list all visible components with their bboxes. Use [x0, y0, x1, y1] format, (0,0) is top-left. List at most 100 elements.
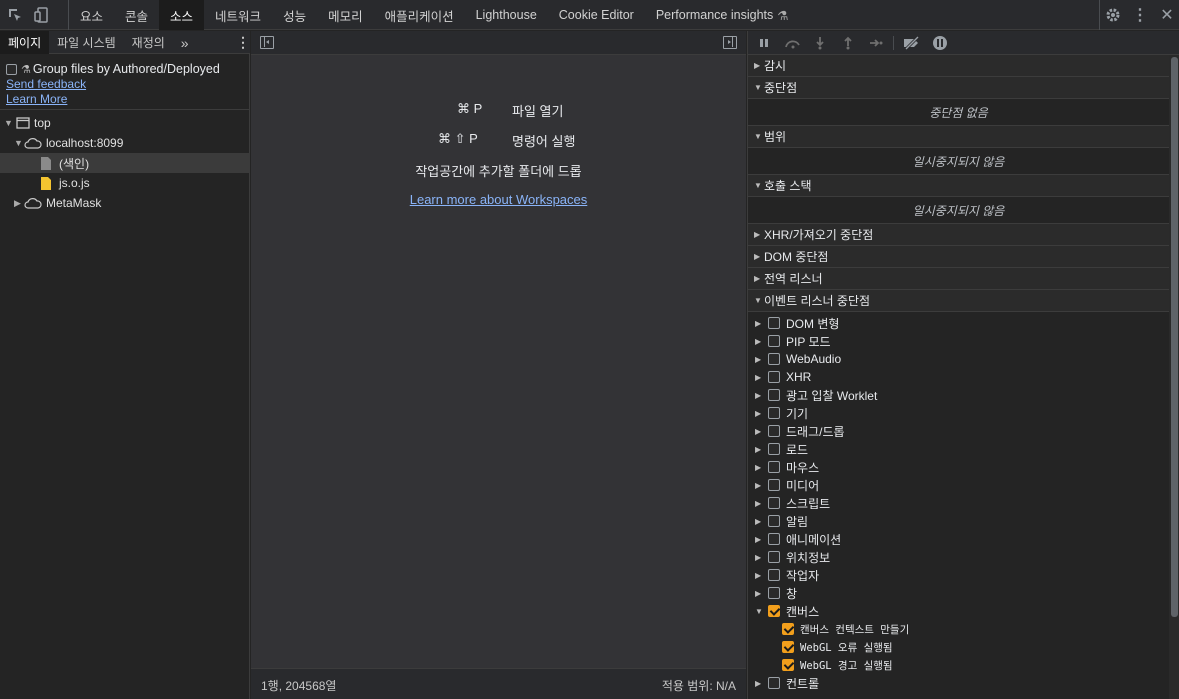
device-toolbar-icon[interactable] [28, 0, 54, 30]
tab-performance-insights[interactable]: Performance insights ⚗ [645, 0, 800, 30]
event-category-checkbox[interactable] [768, 317, 780, 329]
event-category-row[interactable]: ▶ 기기 [748, 404, 1169, 422]
deactivate-breakpoints-icon[interactable] [902, 35, 922, 51]
collapse-arrow-icon: ▶ [755, 390, 762, 400]
tree-item-index[interactable]: (색인) [0, 153, 250, 173]
event-category-checkbox[interactable] [768, 425, 780, 437]
watch-section-header[interactable]: ▶ 감시 [748, 55, 1169, 77]
event-category-row[interactable]: ▶ 컨트롤 [748, 674, 1169, 692]
event-listener-breakpoints-section-header[interactable]: ▼ 이벤트 리스너 중단점 [748, 290, 1169, 312]
canvas-subitem-checkbox[interactable] [782, 659, 794, 671]
event-category-checkbox[interactable] [768, 587, 780, 599]
toggle-debugger-icon[interactable] [723, 36, 737, 49]
tab-overrides[interactable]: 재정의 [124, 31, 173, 54]
tab-page[interactable]: 페이지 [0, 31, 50, 54]
event-category-checkbox[interactable] [768, 551, 780, 563]
call-stack-section-header[interactable]: ▼ 호출 스택 [748, 175, 1169, 197]
close-icon[interactable]: ✕ [1154, 0, 1179, 30]
learn-more-link[interactable]: Learn More [6, 92, 67, 106]
canvas-subitem-row[interactable]: WebGL 경고 실행됨 [748, 656, 1169, 674]
tab-console[interactable]: 콘솔 [114, 0, 159, 30]
tree-item-localhost[interactable]: ▼ localhost:8099 [0, 133, 250, 153]
event-category-row[interactable]: ▶ DOM 변형 [748, 314, 1169, 332]
event-category-checkbox[interactable] [768, 677, 780, 689]
event-category-checkbox[interactable] [768, 335, 780, 347]
canvas-subitem-checkbox[interactable] [782, 641, 794, 653]
event-category-checkbox[interactable] [768, 353, 780, 365]
event-category-row[interactable]: ▶ 알림 [748, 512, 1169, 530]
event-category-row[interactable]: ▶ 작업자 [748, 566, 1169, 584]
canvas-subitem-checkbox[interactable] [782, 623, 794, 635]
event-category-row[interactable]: ▶ 마우스 [748, 458, 1169, 476]
tab-memory[interactable]: 메모리 [317, 0, 374, 30]
tab-elements[interactable]: 요소 [69, 0, 114, 30]
tab-filesystem[interactable]: 파일 시스템 [49, 31, 124, 54]
event-category-checkbox[interactable] [768, 407, 780, 419]
event-category-row[interactable]: ▶ 창 [748, 584, 1169, 602]
frame-icon [16, 117, 30, 129]
tab-network[interactable]: 네트워크 [204, 0, 272, 30]
expand-arrow-icon: ▼ [754, 181, 762, 190]
tab-performance[interactable]: 성능 [272, 0, 317, 30]
send-feedback-link[interactable]: Send feedback [6, 77, 86, 91]
more-options-icon[interactable]: ⋮ [1127, 0, 1153, 30]
step-into-icon[interactable] [812, 35, 828, 51]
canvas-checkbox[interactable] [768, 605, 780, 617]
event-category-row[interactable]: ▶ 위치정보 [748, 548, 1169, 566]
canvas-category-row[interactable]: ▼ 캔버스 [748, 602, 1169, 620]
canvas-subitem-label: WebGL 경고 실행됨 [800, 659, 893, 672]
event-category-checkbox[interactable] [768, 497, 780, 509]
tree-item-js-file[interactable]: js.o.js [0, 173, 250, 193]
event-category-row[interactable]: ▶ 광고 입찰 Worklet [748, 386, 1169, 404]
tab-sources[interactable]: 소스 [159, 0, 205, 30]
event-category-row[interactable]: ▶ PIP 모드 [748, 332, 1169, 350]
event-category-checkbox[interactable] [768, 479, 780, 491]
no-breakpoints-message: 중단점 없음 [748, 99, 1169, 126]
dom-breakpoints-section-header[interactable]: ▶ DOM 중단점 [748, 246, 1169, 268]
tab-cookie-editor[interactable]: Cookie Editor [548, 0, 645, 30]
canvas-subitem-row[interactable]: 캔버스 컨텍스트 만들기 [748, 620, 1169, 638]
event-category-row[interactable]: ▶ 애니메이션 [748, 530, 1169, 548]
scrollbar-thumb[interactable] [1171, 57, 1178, 617]
tab-application[interactable]: 애플리케이션 [374, 0, 465, 30]
event-category-row[interactable]: ▶ WebAudio [748, 350, 1169, 368]
event-category-checkbox[interactable] [768, 371, 780, 383]
event-category-checkbox[interactable] [768, 515, 780, 527]
tree-item-top[interactable]: ▼ top [0, 113, 250, 133]
global-listeners-section-header[interactable]: ▶ 전역 리스너 [748, 268, 1169, 290]
step-over-icon[interactable] [784, 35, 800, 51]
event-category-row[interactable]: ▶ 로드 [748, 440, 1169, 458]
canvas-subitem-row[interactable]: WebGL 오류 실행됨 [748, 638, 1169, 656]
event-category-row[interactable]: ▶ XHR [748, 368, 1169, 386]
xhr-breakpoints-section-header[interactable]: ▶ XHR/가져오기 중단점 [748, 224, 1169, 246]
scope-section-header[interactable]: ▼ 범위 [748, 126, 1169, 148]
event-category-checkbox[interactable] [768, 443, 780, 455]
event-category-checkbox[interactable] [768, 533, 780, 545]
event-category-row[interactable]: ▶ 미디어 [748, 476, 1169, 494]
collapse-arrow-icon: ▶ [755, 498, 762, 508]
tab-lighthouse[interactable]: Lighthouse [465, 0, 548, 30]
group-files-section: ⚗ Group files by Authored/Deployed Send … [0, 55, 250, 110]
group-files-checkbox[interactable] [6, 63, 17, 75]
settings-gear-icon[interactable] [1099, 0, 1125, 30]
pause-on-exceptions-icon[interactable] [932, 35, 948, 51]
step-out-icon[interactable] [840, 35, 856, 51]
event-category-label: 마우스 [786, 460, 820, 475]
event-category-row[interactable]: ▶ 스크립트 [748, 494, 1169, 512]
event-category-checkbox[interactable] [768, 569, 780, 581]
event-category-label: 스크립트 [786, 496, 831, 511]
learn-workspaces-link[interactable]: Learn more about Workspaces [410, 192, 588, 207]
tree-item-metamask[interactable]: ▶ MetaMask [0, 193, 250, 213]
inspect-element-icon[interactable] [2, 0, 28, 30]
toggle-navigator-icon[interactable] [260, 36, 274, 49]
pause-icon[interactable] [756, 35, 772, 51]
debugger-scrollbar[interactable] [1169, 55, 1179, 699]
event-category-checkbox[interactable] [768, 389, 780, 401]
step-icon[interactable] [868, 35, 884, 51]
tree-item-label: js.o.js [59, 176, 90, 190]
event-category-row[interactable]: ▶ 드래그/드롭 [748, 422, 1169, 440]
file-icon [41, 156, 51, 170]
breakpoints-section-header[interactable]: ▼ 중단점 [748, 77, 1169, 99]
more-tabs-button[interactable]: » [173, 31, 197, 54]
event-category-checkbox[interactable] [768, 461, 780, 473]
